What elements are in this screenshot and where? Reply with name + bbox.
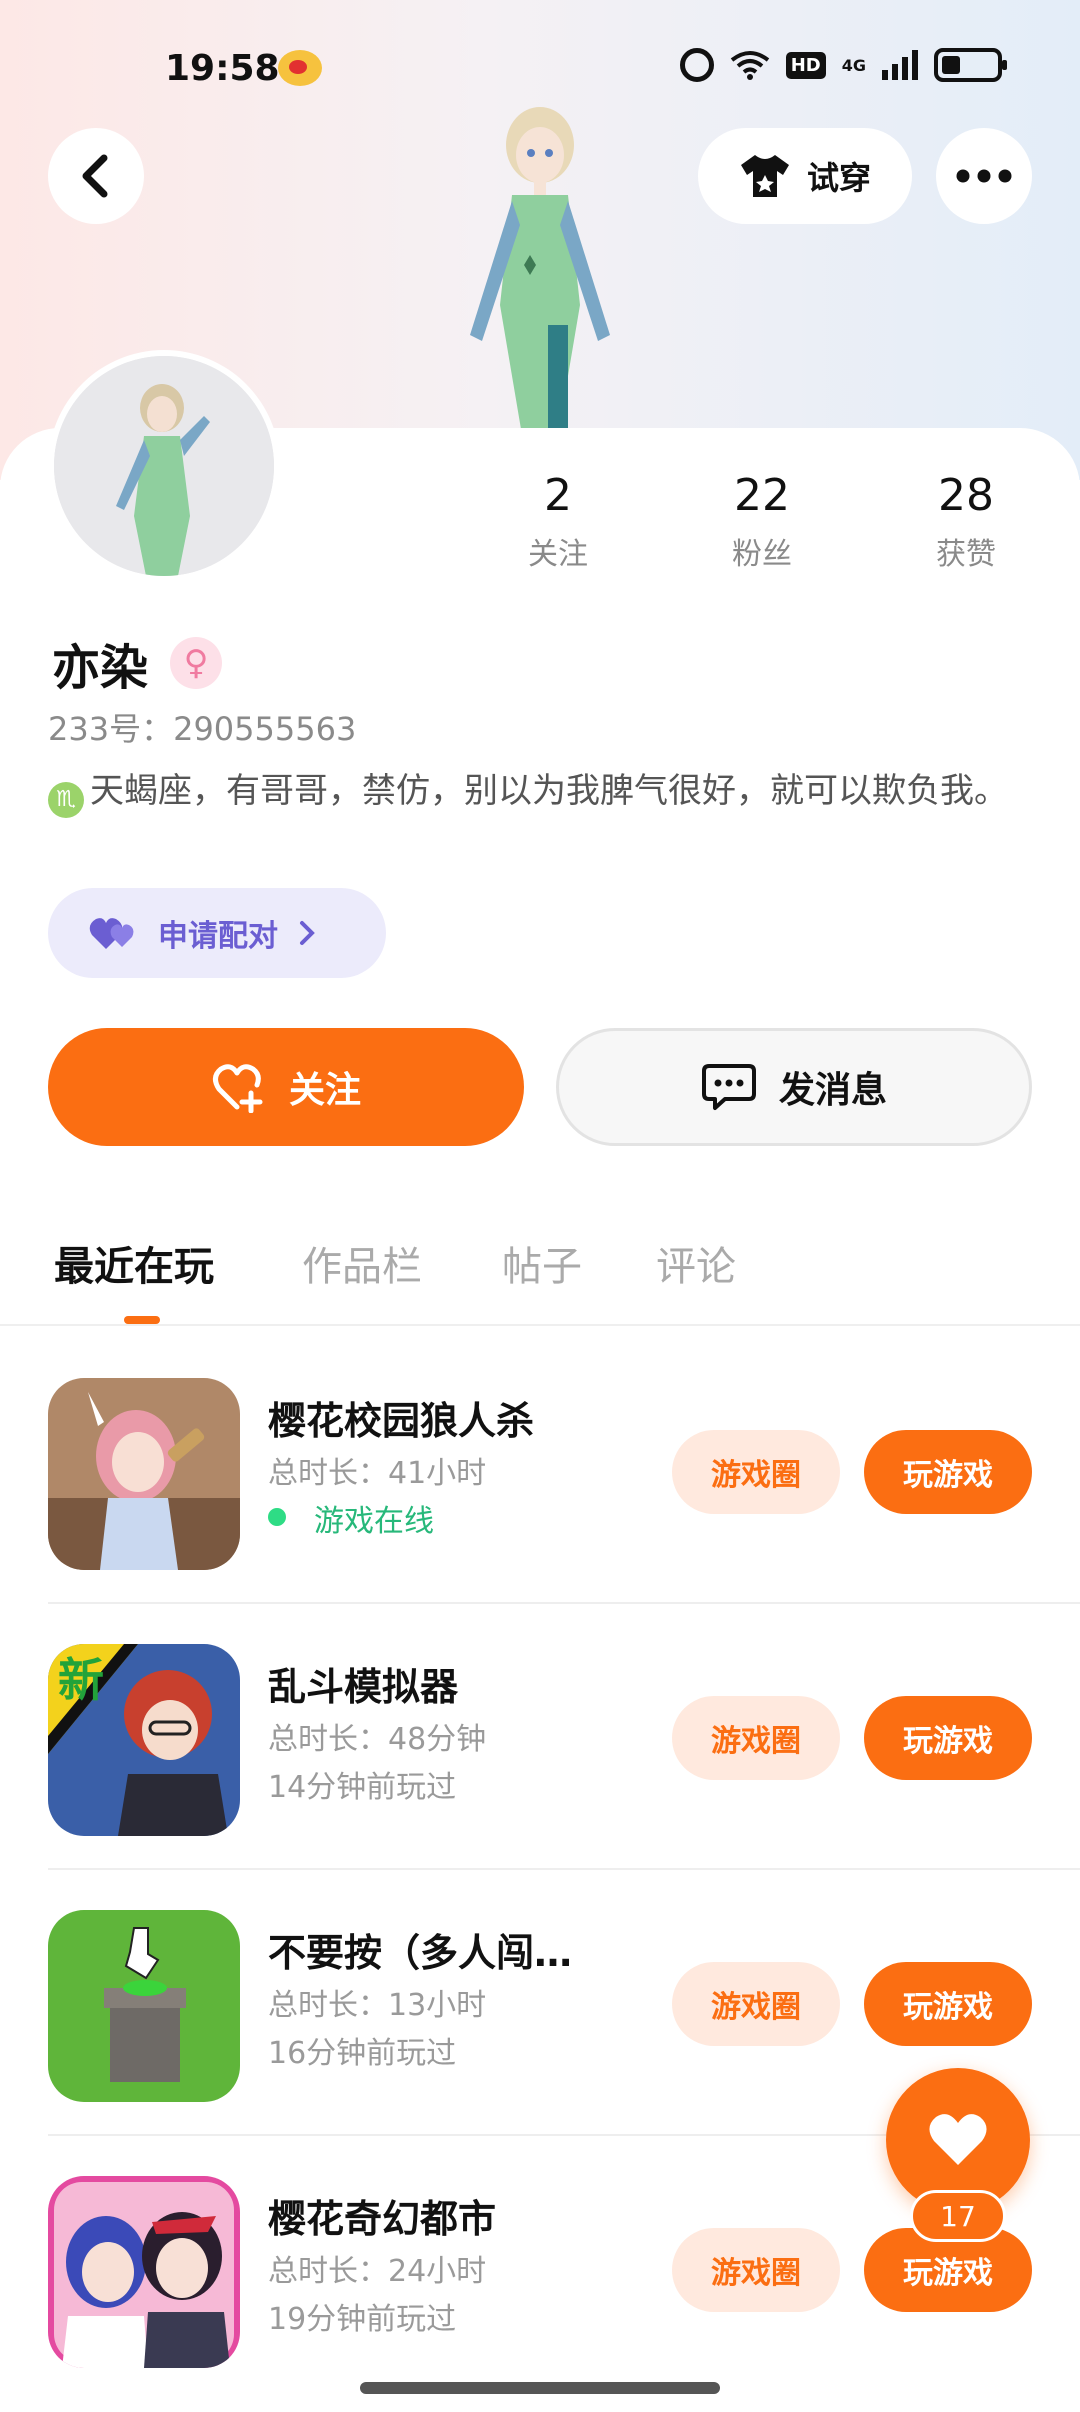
game-last-played: 19分钟前玩过 xyxy=(268,2302,457,2337)
tshirt-icon xyxy=(740,155,789,197)
chevron-left-icon xyxy=(82,154,108,198)
game-row[interactable]: 新 乱斗模拟器 总时长：48分钟 14分钟前玩过 游戏圈 玩游戏 xyxy=(0,1604,1080,1870)
hd-icon: HD xyxy=(785,51,826,79)
tab-recently-played[interactable]: 最近在玩 xyxy=(54,1234,214,1292)
tab-comments[interactable]: 评论 xyxy=(656,1234,736,1292)
stat-label: 获赞 xyxy=(936,537,996,572)
game-duration: 总时长：13小时 xyxy=(268,1988,487,2023)
home-indicator[interactable] xyxy=(360,2382,720,2394)
follow-button[interactable]: 关注 xyxy=(48,1028,524,1146)
scorpio-icon: ♏ xyxy=(48,782,84,818)
game-last-played: 14分钟前玩过 xyxy=(268,1770,457,1805)
heart-icon xyxy=(929,2114,987,2165)
game-last-played: 16分钟前玩过 xyxy=(268,2036,457,2071)
game-title: 不要按（多人闯… xyxy=(268,1931,573,1975)
alarm-icon xyxy=(679,48,714,82)
battery-icon xyxy=(934,48,1007,82)
weibo-icon xyxy=(278,50,322,86)
status-bar: 19:58 HD 4G xyxy=(0,40,1080,100)
stat-following[interactable]: 2 关注 xyxy=(488,470,628,573)
game-thumbnail xyxy=(48,1378,240,1570)
double-heart-icon xyxy=(89,918,134,949)
apply-match-button[interactable]: 申请配对 xyxy=(48,888,386,978)
wifi-icon xyxy=(730,51,769,80)
game-thumbnail xyxy=(48,1910,240,2102)
stat-value: 22 xyxy=(734,470,790,521)
tab-indicator xyxy=(124,1316,160,1324)
signal-bars-icon xyxy=(882,50,918,80)
game-circle-button[interactable]: 游戏圈 xyxy=(672,1430,840,1514)
game-thumbnail xyxy=(48,2176,240,2368)
profile-stats: 2 关注 22 粉丝 28 获赞 xyxy=(0,470,1080,580)
follow-label: 关注 xyxy=(288,1070,361,1111)
stat-likes[interactable]: 28 获赞 xyxy=(896,470,1036,573)
female-icon: ♀ xyxy=(170,637,223,689)
try-on-label: 试穿 xyxy=(806,159,871,197)
chevron-right-icon xyxy=(300,921,315,945)
game-circle-button[interactable]: 游戏圈 xyxy=(672,2228,840,2312)
stat-followers[interactable]: 22 粉丝 xyxy=(692,470,832,573)
play-game-button[interactable]: 玩游戏 xyxy=(864,1962,1032,2046)
tab-works[interactable]: 作品栏 xyxy=(302,1234,422,1292)
user-name: 亦染 xyxy=(52,640,149,696)
profile-tabs: 最近在玩 作品栏 帖子 评论 xyxy=(0,1222,1080,1326)
back-button[interactable] xyxy=(48,128,144,224)
game-online-status: 游戏在线 xyxy=(268,1496,434,1540)
more-button[interactable] xyxy=(936,128,1032,224)
apply-match-label: 申请配对 xyxy=(158,919,278,954)
stat-value: 2 xyxy=(544,470,572,521)
game-circle-button[interactable]: 游戏圈 xyxy=(672,1962,840,2046)
user-bio-block: ♏ 天蝎座，有哥哥，禁仿，别以为我脾气很好，就可以欺负我。 xyxy=(48,766,1008,818)
game-duration: 总时长：48分钟 xyxy=(268,1722,487,1757)
status-icons: HD 4G xyxy=(679,48,1007,82)
new-badge: 新 xyxy=(58,1653,104,1707)
send-message-label: 发消息 xyxy=(778,1070,887,1111)
try-on-button[interactable]: 试穿 xyxy=(698,128,912,224)
game-circle-button[interactable]: 游戏圈 xyxy=(672,1696,840,1780)
game-thumbnail: 新 xyxy=(48,1644,240,1836)
avatar-character-illustration xyxy=(470,107,610,435)
game-row[interactable]: 樱花校园狼人杀 总时长：41小时 游戏在线 游戏圈 玩游戏 xyxy=(0,1338,1080,1604)
name-row: 亦染 ♀ xyxy=(52,628,223,698)
heart-plus-icon xyxy=(212,1064,263,1113)
chat-bubble-icon xyxy=(701,1064,756,1110)
user-id: 233号：290555563 xyxy=(48,710,357,748)
4g-signal-icon: 4G xyxy=(841,55,866,75)
game-title: 樱花校园狼人杀 xyxy=(268,1399,535,1443)
status-time: 19:58 xyxy=(165,48,280,89)
user-bio: 天蝎座，有哥哥，禁仿，别以为我脾气很好，就可以欺负我。 xyxy=(90,771,1008,811)
game-title: 樱花奇幻都市 xyxy=(268,2197,497,2241)
play-game-button[interactable]: 玩游戏 xyxy=(864,1696,1032,1780)
stat-label: 关注 xyxy=(528,537,588,572)
game-duration: 总时长：24小时 xyxy=(268,2254,487,2289)
more-dots-icon xyxy=(956,169,1012,183)
like-count-badge: 17 xyxy=(910,2190,1006,2242)
stat-label: 粉丝 xyxy=(732,537,792,572)
send-message-button[interactable]: 发消息 xyxy=(556,1028,1032,1146)
game-duration: 总时长：41小时 xyxy=(268,1456,487,1491)
tab-posts[interactable]: 帖子 xyxy=(502,1234,582,1292)
play-game-button[interactable]: 玩游戏 xyxy=(864,1430,1032,1514)
stat-value: 28 xyxy=(938,470,994,521)
game-title: 乱斗模拟器 xyxy=(268,1665,459,1709)
